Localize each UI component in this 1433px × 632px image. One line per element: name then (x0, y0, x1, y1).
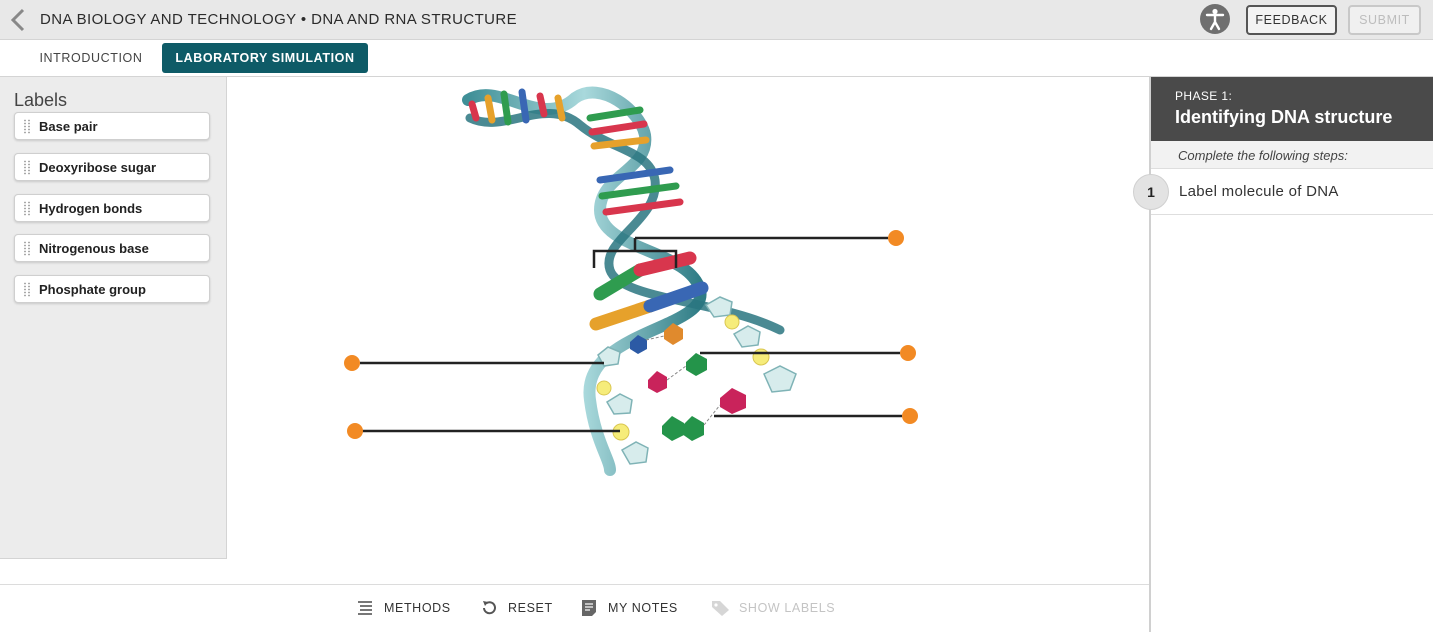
phase-title: Identifying DNA structure (1175, 107, 1393, 127)
dna-diagram (344, 86, 918, 476)
step-text: Label molecule of DNA (1179, 183, 1339, 200)
labels-panel: Labels Base pair Deoxyribose sugar Hydro… (0, 77, 227, 559)
top-header: DNA BIOLOGY AND TECHNOLOGY • DNA AND RNA… (0, 0, 1433, 40)
label-chip-nitrogenous-base[interactable]: Nitrogenous base (14, 234, 210, 262)
label-drop-target[interactable] (888, 230, 904, 246)
methods-label: METHODS (384, 601, 451, 615)
tab-laboratory-simulation[interactable]: LABORATORY SIMULATION (162, 43, 368, 73)
accessibility-icon (1205, 8, 1225, 31)
drag-handle-icon (23, 201, 31, 216)
label-chip-text: Phosphate group (39, 282, 146, 297)
label-chip-text: Hydrogen bonds (39, 201, 143, 216)
label-drop-target[interactable] (347, 423, 363, 439)
label-chip-text: Base pair (39, 119, 98, 134)
instructions-panel: PHASE 1: Identifying DNA structure Compl… (1133, 77, 1433, 632)
phase-label: PHASE 1: (1175, 89, 1233, 103)
label-chip-phosphate-group[interactable]: Phosphate group (14, 275, 210, 303)
label-chip-text: Deoxyribose sugar (39, 160, 157, 175)
label-chip-deoxyribose-sugar[interactable]: Deoxyribose sugar (14, 153, 210, 181)
label-drop-target[interactable] (902, 408, 918, 424)
reset-label: RESET (508, 601, 553, 615)
page-title: DNA BIOLOGY AND TECHNOLOGY • DNA AND RNA… (40, 11, 518, 28)
accessibility-button[interactable] (1200, 4, 1230, 34)
label-drop-target[interactable] (900, 345, 916, 361)
label-chip-base-pair[interactable]: Base pair (14, 112, 210, 140)
drag-handle-icon (23, 241, 31, 256)
chevron-left-icon (10, 8, 25, 32)
label-drop-target[interactable] (344, 355, 360, 371)
drag-handle-icon (23, 160, 31, 175)
label-chip-text: Nitrogenous base (39, 241, 149, 256)
step-number-badge: 1 (1133, 174, 1169, 210)
my-notes-label: MY NOTES (608, 601, 678, 615)
labels-title: Labels (14, 90, 68, 110)
drag-handle-icon (23, 119, 31, 134)
back-button[interactable] (6, 6, 32, 34)
show-labels-button: SHOW LABELS (711, 599, 841, 619)
steps-hint: Complete the following steps: (1151, 141, 1433, 169)
tab-bar: INTRODUCTION LABORATORY SIMULATION (0, 40, 1433, 77)
notes-icon (582, 600, 596, 616)
submit-button: SUBMIT (1348, 5, 1421, 35)
phase-header: PHASE 1: Identifying DNA structure (1151, 77, 1433, 141)
my-notes-button[interactable]: MY NOTES (580, 599, 684, 619)
tab-introduction[interactable]: INTRODUCTION (28, 43, 154, 73)
reset-button[interactable]: RESET (480, 599, 556, 619)
bottom-toolbar: METHODS RESET MY NOTES SHOW LABELS (0, 584, 1149, 632)
label-chip-hydrogen-bonds[interactable]: Hydrogen bonds (14, 194, 210, 222)
simulation-canvas (228, 77, 1149, 584)
drag-handle-icon (23, 282, 31, 297)
tag-icon (712, 601, 729, 616)
show-labels-label: SHOW LABELS (739, 601, 836, 615)
reset-icon (483, 601, 496, 615)
feedback-button[interactable]: FEEDBACK (1246, 5, 1337, 35)
methods-button[interactable]: METHODS (356, 599, 456, 619)
list-icon (358, 601, 372, 615)
step-item[interactable]: 1 Label molecule of DNA (1133, 169, 1433, 215)
dna-helix (462, 86, 797, 476)
